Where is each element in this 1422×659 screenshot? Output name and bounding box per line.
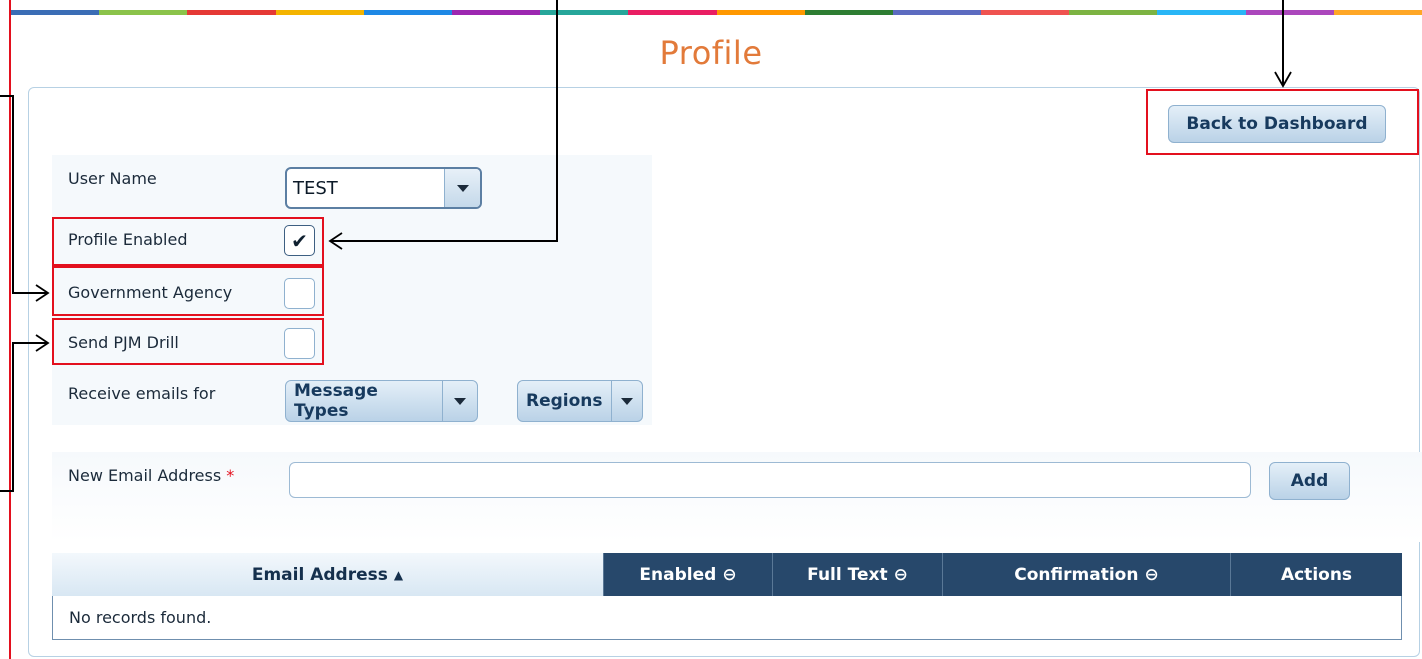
stripe-segment [716,10,805,15]
user-name-label: User Name [68,169,157,188]
stripe-segment [804,10,893,15]
stripe-segment [363,10,452,15]
send-pjm-drill-label: Send PJM Drill [68,333,179,352]
sort-ascending-icon: ▲ [393,567,404,582]
user-name-value: TEST [293,177,338,199]
new-email-input[interactable] [289,462,1251,498]
annotation-line [12,342,14,492]
stripe-segment [1069,10,1158,15]
header-color-stripe [11,10,1422,15]
regions-select[interactable]: Regions [517,380,643,422]
column-label: Full Text [807,564,888,585]
add-email-button[interactable]: Add [1269,462,1350,500]
column-label: Actions [1280,564,1353,585]
checkmark-icon: ✔ [291,228,308,253]
table-header: Email Address ▲ Enabled ⊖ Full Text ⊖ Co… [52,553,1402,596]
arrow-down-icon [1274,71,1292,88]
message-types-label: Message Types [294,381,378,421]
column-label: Email Address [251,564,388,585]
stripe-segment [981,10,1070,15]
stripe-segment [1157,10,1246,15]
stripe-segment [540,10,629,15]
column-email-address[interactable]: Email Address ▲ [52,553,604,596]
column-confirmation[interactable]: Confirmation ⊖ [943,553,1231,596]
government-agency-checkbox[interactable] [284,278,315,309]
stripe-segment [275,10,364,15]
government-agency-label: Government Agency [68,283,233,302]
email-table: Email Address ▲ Enabled ⊖ Full Text ⊖ Co… [52,553,1402,640]
stripe-segment [187,10,276,15]
regions-label: Regions [526,391,603,411]
new-email-label: New Email Address * [68,466,234,485]
empty-row: No records found. [52,596,1402,640]
arrow-left-icon [328,232,343,250]
arrow-right-icon [35,284,50,302]
column-enabled[interactable]: Enabled ⊖ [604,553,773,596]
user-name-select[interactable]: TEST [285,167,482,209]
stripe-segment [1333,10,1422,15]
profile-enabled-label: Profile Enabled [68,230,188,249]
annotation-border [9,0,11,659]
sort-toggle-icon: ⊖ [893,564,908,585]
chevron-down-icon[interactable] [444,169,480,207]
sort-toggle-icon: ⊖ [1144,564,1159,585]
receive-emails-label: Receive emails for [68,384,216,403]
stripe-segment [1245,10,1334,15]
column-label: Enabled [639,564,717,585]
stripe-segment [451,10,541,15]
profile-enabled-checkbox[interactable]: ✔ [284,225,315,256]
stripe-segment [628,10,717,15]
column-actions: Actions [1231,553,1402,596]
stripe-segment [892,10,982,15]
back-to-dashboard-button[interactable]: Back to Dashboard [1168,105,1386,143]
column-label: Confirmation [1014,564,1139,585]
message-types-select[interactable]: Message Types [285,380,478,422]
stripe-segment [99,10,188,15]
arrow-right-icon [35,334,50,352]
required-marker: * [226,466,235,485]
column-full-text[interactable]: Full Text ⊖ [773,553,943,596]
annotation-line [12,95,14,294]
stripe-segment [11,10,100,15]
send-pjm-drill-checkbox[interactable] [284,328,315,359]
chevron-down-icon[interactable] [442,381,477,421]
annotation-line [556,0,558,241]
new-email-label-text: New Email Address [68,466,222,485]
page-title: Profile [659,34,763,72]
chevron-down-icon[interactable] [610,381,642,421]
sort-toggle-icon: ⊖ [722,564,737,585]
annotation-line [330,240,558,242]
